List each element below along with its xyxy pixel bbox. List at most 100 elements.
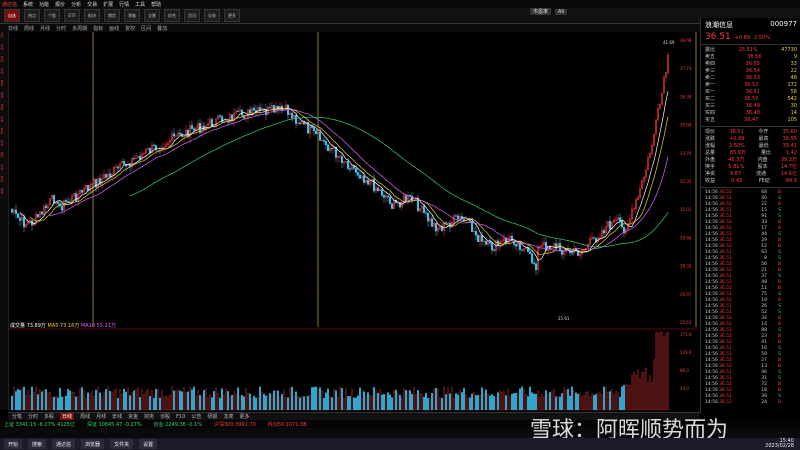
subtool-4[interactable]: 多周期 [72, 25, 87, 32]
subtool-0[interactable]: 日线 [8, 25, 18, 32]
candle-body [45, 205, 47, 209]
tab-4[interactable]: 周线 [80, 413, 90, 420]
tab-6[interactable]: 年线 [112, 413, 122, 420]
toolbar-button-4[interactable]: 板块 [84, 9, 100, 22]
toolbar-button-6[interactable]: 港美 [124, 9, 140, 22]
stat-value2: 39.3万 [780, 157, 797, 163]
taskbar-item-2[interactable]: 通达信 [52, 439, 76, 449]
tab-9[interactable]: 诊股 [160, 413, 170, 420]
volume-bar [267, 395, 269, 411]
sidebar-item-7[interactable]: 资金 [0, 116, 4, 124]
volume-bar [105, 389, 107, 411]
volume-bar [193, 386, 195, 411]
sidebar-item-6[interactable]: 港股 [0, 104, 4, 112]
volume-bar [153, 397, 155, 411]
volume-bar [533, 393, 535, 411]
volume-bar [253, 395, 255, 411]
menu-item-3[interactable]: 分析 [71, 1, 81, 8]
toolbar-button-5[interactable]: 期货 [104, 9, 120, 22]
subtool-8[interactable]: 区间 [141, 25, 151, 32]
tab-14[interactable]: 更多 [239, 413, 249, 420]
tab-1[interactable]: 分时 [28, 413, 38, 420]
candle-body [81, 189, 83, 193]
tab-2[interactable]: 多股 [44, 413, 54, 420]
menu-item-1[interactable]: 功能 [39, 1, 49, 8]
tab-7[interactable]: 资金 [128, 413, 138, 420]
candle-body [295, 115, 297, 124]
subtool-2[interactable]: 月线 [40, 25, 50, 32]
sidebar-item-13[interactable]: 地域 [0, 188, 4, 196]
toolbar-button-11[interactable]: 更多 [224, 9, 240, 22]
toolbar-button-2[interactable]: 个股 [44, 9, 60, 22]
tab-5[interactable]: 月线 [96, 413, 106, 420]
sidebar-item-9[interactable]: 热点 [0, 140, 4, 148]
menu-item-7[interactable]: 工具 [135, 1, 145, 8]
sub-toolbar: 日线 周线 月线 分时 多周期 指标 画线 复权 区间 叠加 [0, 24, 700, 32]
taskbar-item-3[interactable]: 浏览器 [81, 439, 105, 449]
candle-body [17, 213, 19, 219]
volume-bar [107, 386, 109, 411]
sidebar-item-12[interactable]: 概念 [0, 176, 4, 184]
volume-bar [291, 386, 293, 411]
tab-13[interactable]: 龙虎 [223, 413, 233, 420]
subtool-7[interactable]: 复权 [125, 25, 135, 32]
volume-bar [369, 394, 371, 411]
toolbar-button-1[interactable]: 热点 [24, 9, 40, 22]
toolbar-button-3[interactable]: ETF [64, 9, 80, 22]
volume-bar [471, 393, 473, 411]
volume-bar [123, 388, 125, 411]
toolbar-button-8[interactable]: 综合 [164, 9, 180, 22]
menu-item-0[interactable]: 系统 [23, 1, 33, 8]
subtool-9[interactable]: 叠加 [157, 25, 167, 32]
toolbar-button-7[interactable]: 全景 [144, 9, 160, 22]
volume-bar [583, 394, 585, 411]
menu-item-8[interactable]: 帮助 [151, 1, 161, 8]
volume-bar [293, 396, 295, 411]
menu-item-5[interactable]: 扩展 [103, 1, 113, 8]
subtool-1[interactable]: 周线 [24, 25, 34, 32]
volume-bar [229, 396, 231, 411]
subtool-3[interactable]: 分时 [56, 25, 66, 32]
candle-body [95, 179, 97, 188]
tab-11[interactable]: 公告 [191, 413, 201, 420]
volume-bar [521, 386, 523, 411]
sidebar-item-4[interactable]: 更多 [0, 80, 4, 88]
menu-item-4[interactable]: 交易 [87, 1, 97, 8]
taskbar-item-1[interactable]: 搜索 [28, 439, 47, 449]
tab-3[interactable]: 日线 [60, 413, 75, 420]
volume-bar [571, 386, 573, 411]
sidebar-item-11[interactable]: 行业 [0, 164, 4, 172]
sidebar-item-0[interactable]: 分时 [0, 32, 4, 40]
tab-0[interactable]: 分笔 [12, 413, 22, 420]
sidebar-item-8[interactable]: 财务 [0, 128, 4, 136]
tick-list[interactable]: 14:56 36.52 68 B 14:56 36.51 40 S 14:56 36.52 22 B 1… [701, 190, 800, 406]
taskbar-item-4[interactable]: 文件夹 [110, 439, 134, 449]
tab-12[interactable]: 研报 [207, 413, 217, 420]
toolbar-button-0[interactable]: 自选 [4, 9, 20, 22]
tab-10[interactable]: F10 [176, 414, 185, 420]
candle-body [313, 127, 315, 131]
sidebar-item-3[interactable]: 月线 [0, 68, 4, 76]
subtool-5[interactable]: 指标 [93, 25, 103, 32]
sidebar-item-5[interactable]: 自选 [0, 92, 4, 100]
taskbar-item-5[interactable]: 设置 [139, 439, 158, 449]
volume-name: 成交量 [10, 323, 26, 329]
volume-bar [73, 392, 75, 411]
tab-8[interactable]: 财务 [144, 413, 154, 420]
top-right-title[interactable]: 市盈率 [530, 8, 552, 15]
menu-item-2[interactable]: 报价 [55, 1, 65, 8]
volume-bar [151, 389, 153, 411]
subtool-6[interactable]: 画线 [109, 25, 119, 32]
kline-chart[interactable]: 39.08 37.73 36.39 35.04 33.70 32.35 31.01 29.66… [8, 32, 698, 412]
volume-bar [257, 397, 259, 411]
taskbar-item-0[interactable]: 开始 [4, 439, 23, 449]
account-label[interactable]: Ali [555, 8, 568, 15]
sidebar-item-10[interactable]: 股东 [0, 152, 4, 160]
sidebar-item-2[interactable]: 周线 [0, 56, 4, 64]
stat-value: 36.51 [729, 129, 744, 135]
sidebar-item-1[interactable]: 日线 [0, 44, 4, 52]
toolbar-button-9[interactable]: 资讯 [184, 9, 200, 22]
volume-bar [585, 392, 587, 411]
menu-item-6[interactable]: 行情 [119, 1, 129, 8]
toolbar-button-10[interactable]: 交易 [204, 9, 220, 22]
